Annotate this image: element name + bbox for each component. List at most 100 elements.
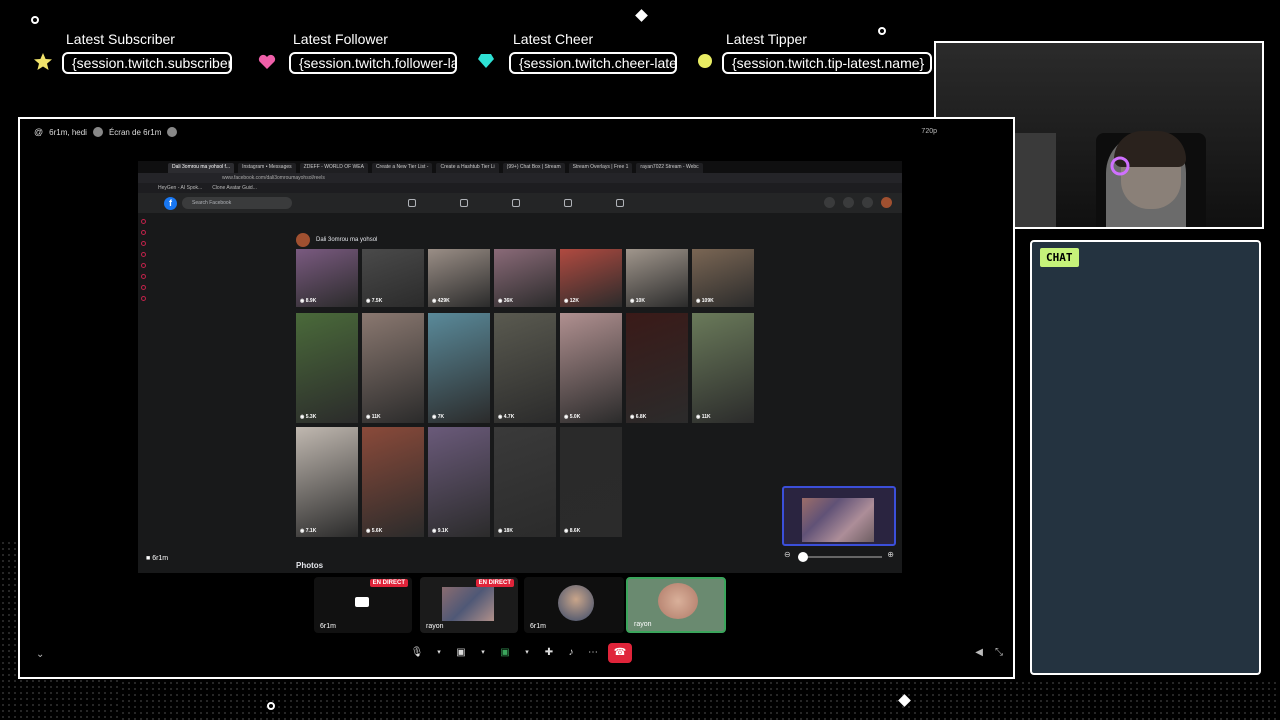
avatar [558, 585, 594, 621]
view-count: ◉ 4.7K [498, 414, 515, 420]
alert-subscriber: Latest Subscriber {session.twitch.subscr… [62, 30, 232, 74]
chevron-down-icon[interactable]: ▾ [432, 646, 446, 660]
facebook-nav [408, 199, 624, 207]
reel-thumbnail[interactable]: ◉ 7.1K [296, 427, 358, 537]
avatar[interactable] [881, 197, 892, 208]
zoom-slider[interactable] [798, 556, 882, 558]
sparkle-icon [267, 702, 275, 710]
gem-icon [478, 54, 494, 68]
reel-thumbnail[interactable]: ◉ 429K [428, 249, 490, 307]
bookmark[interactable]: Clone Avatar Guid... [212, 185, 257, 193]
reel-thumbnail[interactable]: ◉ 11K [692, 313, 754, 423]
screen-icon: ■ [146, 555, 151, 562]
volume-icon[interactable]: ◀ [975, 647, 983, 658]
coin-icon [698, 54, 712, 68]
camera-off-icon[interactable]: ▣ [454, 646, 468, 660]
browser-tab[interactable]: ZDEFF - WORLD OF WEA [299, 163, 368, 173]
browser-tab[interactable]: rayan7022 Stream - Webc [636, 163, 703, 173]
reel-thumbnail[interactable]: ◉ 8.9K [296, 249, 358, 307]
reel-thumbnail[interactable]: ◉ 5.6K [362, 427, 424, 537]
header-screen: Écran de 6r1m [108, 127, 162, 137]
browser-tab[interactable]: Create a New Tier List - [371, 163, 433, 173]
chevron-down-icon[interactable]: ▾ [520, 646, 534, 660]
facebook-logo-icon[interactable]: f [164, 197, 177, 210]
browser-tab[interactable]: Stream Overlays | Free 1 [568, 163, 633, 173]
alert-label: Latest Follower [293, 31, 388, 47]
browser-tab[interactable]: Create a Hashtub Tier Li [436, 163, 499, 173]
facebook-actions [824, 197, 892, 208]
call-header: @ 6r1m, hedi Écran de 6r1m [34, 127, 178, 137]
menu-icon[interactable] [824, 197, 835, 208]
screen-share-icon [355, 597, 369, 607]
screen-preview[interactable] [782, 486, 896, 546]
page-title: Dali 3omrou ma yohsol [296, 233, 377, 247]
reel-thumbnail[interactable]: ◉ 7K [428, 313, 490, 423]
more-icon[interactable]: ⋯ [586, 646, 600, 660]
reel-thumbnail[interactable]: ◉ 10K [626, 249, 688, 307]
browser-tab[interactable]: Dali 3omrou ma yohsol f... [168, 163, 235, 173]
avatar [296, 233, 310, 247]
reel-thumbnail[interactable]: ◉ 6.8K [626, 313, 688, 423]
resolution-badge: 720p [921, 128, 937, 135]
video-icon[interactable] [460, 199, 468, 207]
participant-name: rayon [634, 621, 652, 628]
reel-thumbnail[interactable]: ◉ 5.3K [296, 313, 358, 423]
participant-tile[interactable]: rayon [626, 577, 726, 633]
zoom-handle[interactable] [798, 552, 808, 562]
disconnect-button[interactable]: ☎ [608, 643, 632, 663]
chat-panel: CHAT [1030, 240, 1261, 675]
browser-tab[interactable]: Instagram • Messages [238, 163, 296, 173]
reel-thumbnail[interactable]: ◉ 36K [494, 249, 556, 307]
gaming-icon[interactable] [616, 199, 624, 207]
participant-tile[interactable]: EN DIRECT rayon [420, 577, 518, 633]
reel-thumbnail[interactable]: ◉ 8.6K [560, 427, 622, 537]
browser-tabs: Dali 3omrou ma yohsol f... Instagram • M… [138, 161, 902, 173]
presenter-tag: ■ 6r1m [146, 555, 168, 562]
bg-dots-bottom [120, 680, 1280, 720]
bookmark[interactable]: HeyGen - AI Spok... [158, 185, 202, 193]
groups-icon[interactable] [564, 199, 572, 207]
chevron-down-icon[interactable]: ▾ [476, 646, 490, 660]
reel-thumbnail[interactable]: ◉ 7.5K [362, 249, 424, 307]
live-badge: EN DIRECT [369, 579, 408, 587]
reel-thumbnail[interactable]: ◉ 11K [362, 313, 424, 423]
view-count: ◉ 109K [696, 298, 714, 304]
reel-thumbnail[interactable]: ◉ 4.7K [494, 313, 556, 423]
view-count: ◉ 5.0K [564, 414, 581, 420]
fullscreen-exit-icon[interactable]: ⤡ [995, 647, 1003, 658]
search-input[interactable]: Search Facebook [182, 197, 292, 209]
avatar [658, 583, 698, 619]
bookmarks-bar: HeyGen - AI Spok... Clone Avatar Guid... [138, 183, 902, 193]
reel-thumbnail[interactable]: ◉ 12K [560, 249, 622, 307]
participant-tile[interactable]: 6r1m [524, 577, 624, 633]
zoom-in-icon[interactable]: ⊕ [887, 550, 894, 559]
facebook-topbar: f Search Facebook [138, 193, 902, 213]
soundboard-icon[interactable]: ♪ [564, 646, 578, 660]
home-icon[interactable] [408, 199, 416, 207]
reel-thumbnail[interactable]: ◉ 18K [494, 427, 556, 537]
star-icon [34, 53, 52, 70]
chevron-down-icon[interactable]: ⌄ [36, 649, 44, 660]
url-bar[interactable]: www.facebook.com/dali3omroumayohsol/reel… [138, 173, 902, 183]
photos-heading: Photos [296, 561, 324, 570]
view-count: ◉ 7.5K [366, 298, 383, 304]
notifications-icon[interactable] [862, 197, 873, 208]
alert-tipper: Latest Tipper {session.twitch.tip-latest… [722, 30, 932, 74]
zoom-out-icon[interactable]: ⊖ [784, 550, 791, 559]
participant-tile[interactable]: EN DIRECT 6r1m [314, 577, 412, 633]
view-count: ◉ 10K [630, 298, 645, 304]
reel-thumbnail[interactable]: ◉ 9.1K [428, 427, 490, 537]
alert-value: {session.twitch.tip-latest.name} [722, 52, 932, 74]
live-badge: EN DIRECT [475, 579, 514, 587]
messenger-icon[interactable] [843, 197, 854, 208]
alert-label: Latest Tipper [726, 31, 807, 47]
marketplace-icon[interactable] [512, 199, 520, 207]
browser-tab[interactable]: (99+) Chat Box | Stream [502, 163, 565, 173]
view-count: ◉ 5.3K [300, 414, 317, 420]
headphones-icon [1110, 156, 1130, 176]
reel-thumbnail[interactable]: ◉ 109K [692, 249, 754, 307]
share-screen-icon[interactable]: ▣ [498, 646, 512, 660]
microphone-icon[interactable]: 🎙 [410, 646, 424, 660]
reel-thumbnail[interactable]: ◉ 5.0K [560, 313, 622, 423]
activities-icon[interactable]: ✚ [542, 646, 556, 660]
